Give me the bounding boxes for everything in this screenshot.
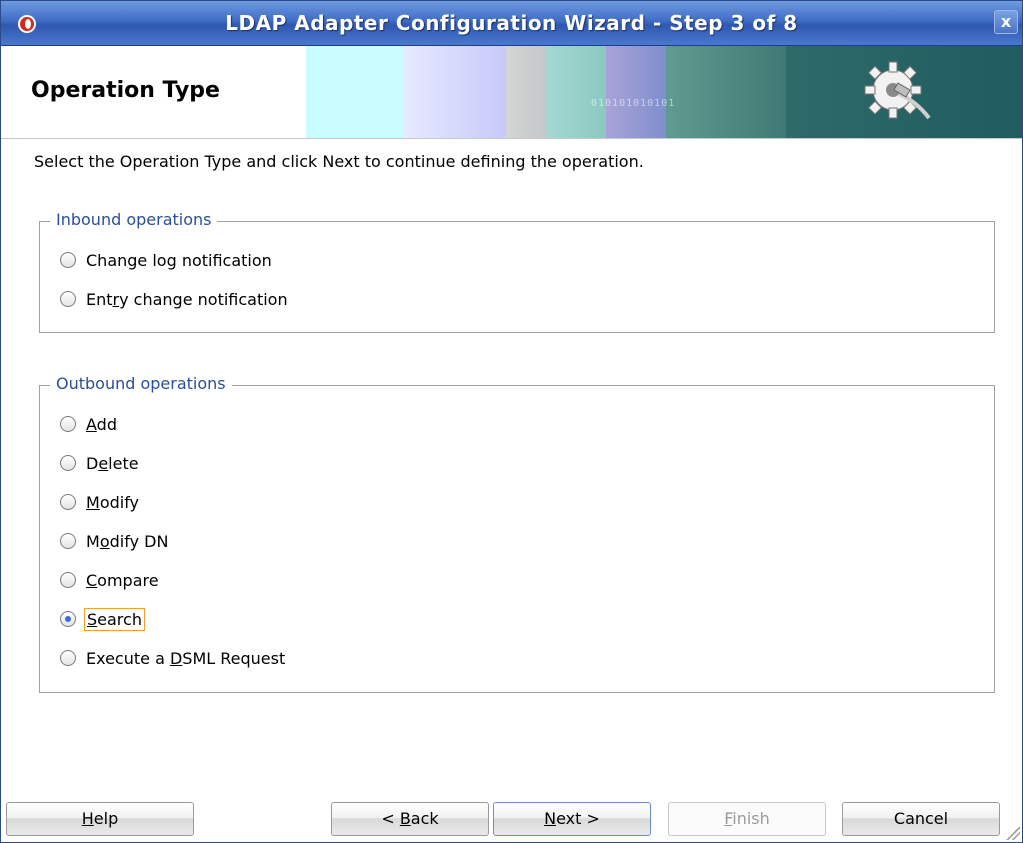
radio-label: Change log notification <box>86 250 272 270</box>
next-button[interactable]: Next > <box>493 802 651 836</box>
radio-add[interactable]: Add <box>60 411 119 437</box>
radio-button-icon[interactable] <box>60 291 76 307</box>
radio-label: Search <box>84 607 145 631</box>
radio-compare[interactable]: Compare <box>60 567 161 593</box>
window-title: LDAP Adapter Configuration Wizard - Step… <box>225 11 798 35</box>
wizard-header: Operation Type 010101010101 <box>1 46 1022 139</box>
radio-button-icon[interactable] <box>60 572 76 588</box>
banner-binary-text: 010101010101 <box>591 98 676 109</box>
outbound-operations-group: Outbound operations Add Delete Modify Mo… <box>39 374 995 693</box>
radio-button-icon[interactable] <box>60 650 76 666</box>
radio-label: Add <box>86 414 117 434</box>
radio-button-icon[interactable] <box>60 416 76 432</box>
wizard-window: LDAP Adapter Configuration Wizard - Step… <box>0 0 1023 843</box>
radio-entry-change-notification[interactable]: Entry change notification <box>60 286 290 312</box>
radio-modify-dn[interactable]: Modify DN <box>60 528 170 554</box>
resize-grip-icon[interactable] <box>1006 826 1020 840</box>
radio-label: Execute a DSML Request <box>86 648 286 668</box>
radio-search[interactable]: Search <box>60 606 145 632</box>
radio-label: Compare <box>86 570 159 590</box>
radio-execute-dsml-request[interactable]: Execute a DSML Request <box>60 645 287 671</box>
radio-label: Modify <box>86 492 140 512</box>
inbound-operations-group: Inbound operations Change log notificati… <box>39 210 995 333</box>
instructions-text: Select the Operation Type and click Next… <box>34 152 644 171</box>
title-bar[interactable]: LDAP Adapter Configuration Wizard - Step… <box>1 1 1022 46</box>
radio-button-icon[interactable] <box>60 252 76 268</box>
cancel-button[interactable]: Cancel <box>842 802 1000 836</box>
back-button[interactable]: < Back <box>331 802 489 836</box>
radio-label: Modify DN <box>86 531 169 551</box>
radio-change-log-notification[interactable]: Change log notification <box>60 247 274 273</box>
inbound-legend: Inbound operations <box>50 210 218 229</box>
outbound-legend: Outbound operations <box>50 374 232 393</box>
radio-delete[interactable]: Delete <box>60 450 141 476</box>
radio-button-icon[interactable] <box>60 533 76 549</box>
step-title: Operation Type <box>31 78 220 103</box>
radio-button-icon[interactable] <box>60 494 76 510</box>
radio-modify[interactable]: Modify <box>60 489 141 515</box>
radio-button-selected-icon[interactable] <box>60 611 76 627</box>
radio-button-icon[interactable] <box>60 455 76 471</box>
close-button[interactable]: x <box>994 10 1018 34</box>
radio-label: Delete <box>86 453 139 473</box>
radio-label: Entry change notification <box>86 289 288 309</box>
help-button[interactable]: Help <box>6 802 194 836</box>
close-icon: x <box>1000 12 1012 31</box>
gear-plug-icon <box>864 61 931 120</box>
finish-button: Finish <box>668 802 826 836</box>
